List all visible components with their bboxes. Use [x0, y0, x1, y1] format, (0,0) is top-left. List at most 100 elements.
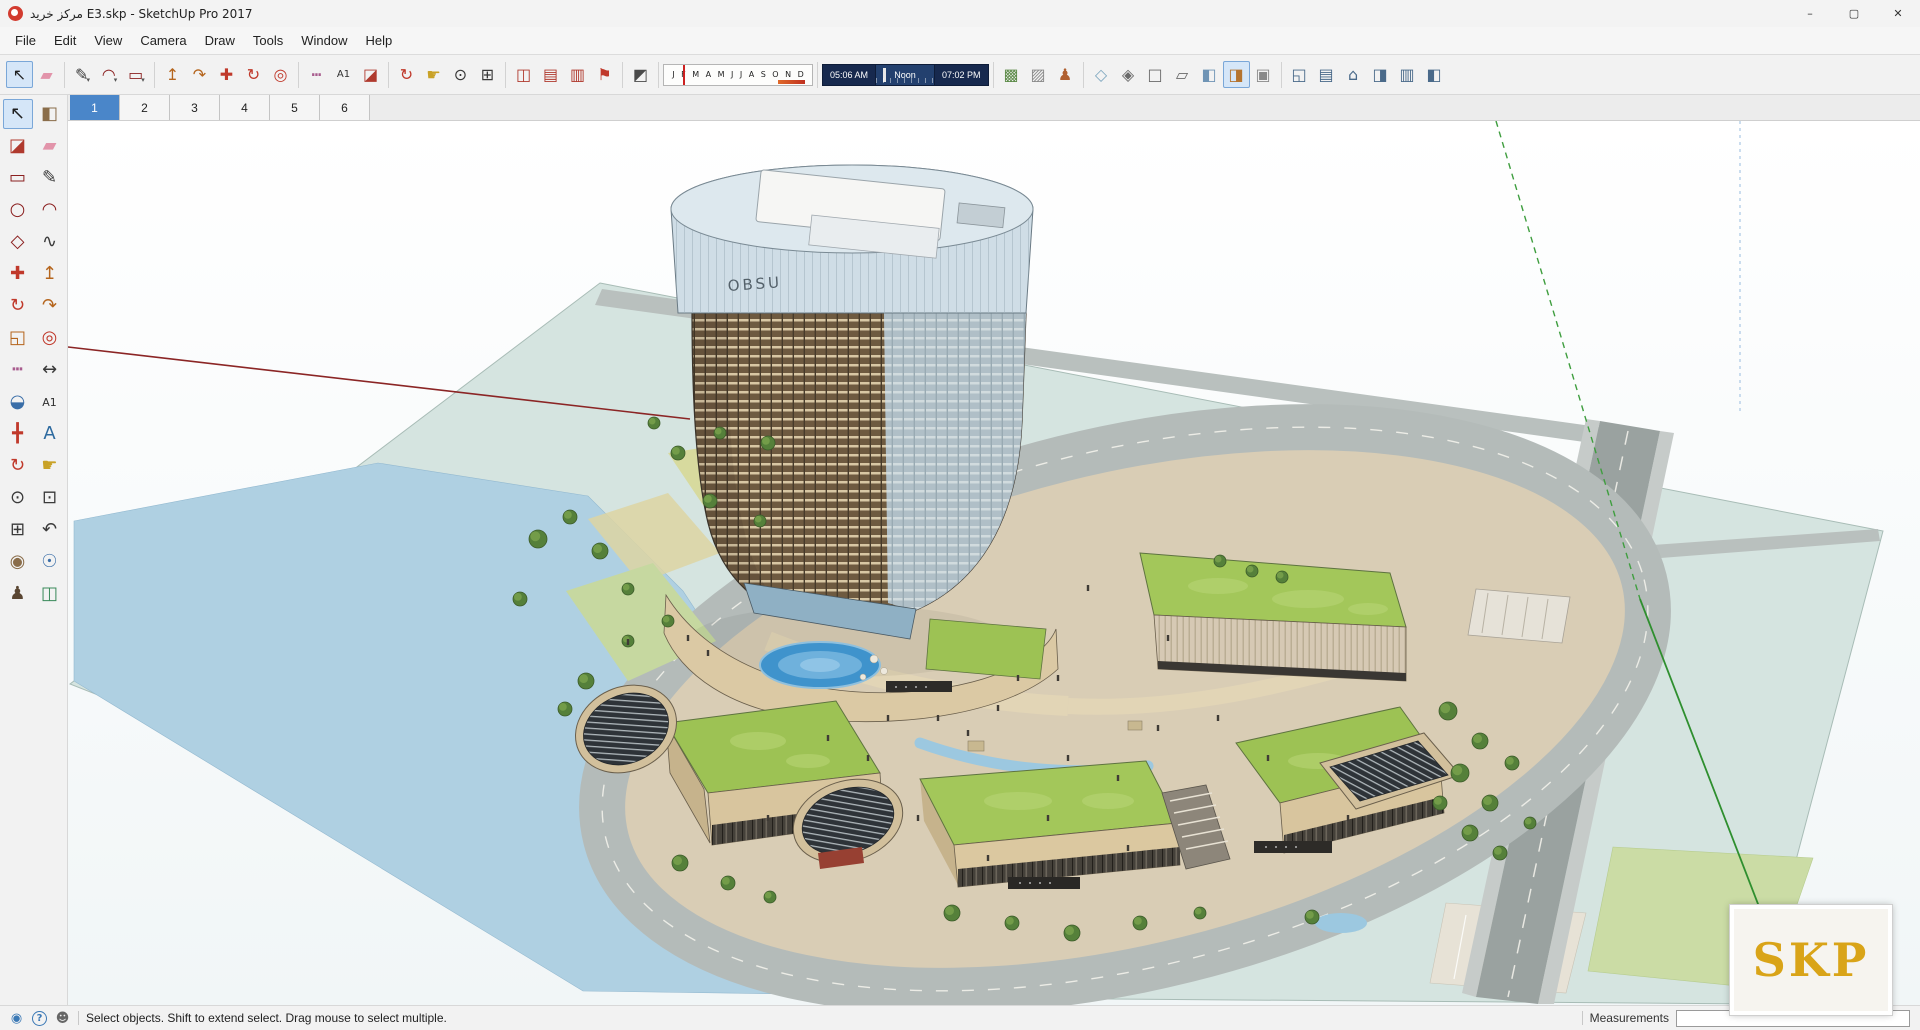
follow-me-tool-button[interactable]: ↷ [35, 291, 65, 321]
maximize-button[interactable]: ▢ [1832, 0, 1876, 27]
scene-tab-3[interactable]: 3 [170, 95, 220, 120]
xray-style-button[interactable]: ◇ [1088, 61, 1115, 88]
polygon-tool-button[interactable]: ◇ [3, 227, 33, 257]
zoom-button[interactable]: ⊙ [447, 61, 474, 88]
hidden-line-style-button[interactable]: ▱ [1169, 61, 1196, 88]
view-iso-button[interactable]: ◱ [1286, 61, 1313, 88]
position-camera-tool-button[interactable]: ◉ [3, 547, 33, 577]
menu-camera[interactable]: Camera [131, 29, 195, 52]
display-section-planes-button[interactable]: ▤ [537, 61, 564, 88]
scene-tab-1[interactable]: 1 [70, 95, 120, 120]
scale-tool-button[interactable]: ◱ [3, 323, 33, 353]
rectangle-button[interactable]: ▭ ▾ [123, 61, 150, 88]
line-button[interactable]: ✎ ▾ [69, 61, 96, 88]
help-icon[interactable]: ? [32, 1010, 47, 1026]
minimize-button[interactable]: – [1788, 0, 1832, 27]
view-front-button[interactable]: ⌂ [1340, 61, 1367, 88]
scene-tab-4[interactable]: 4 [220, 95, 270, 120]
section-plane-button[interactable]: ◫ [510, 61, 537, 88]
protractor-tool-button[interactable]: ◒ [3, 387, 33, 417]
photo-textures-button[interactable]: ▨ [1025, 61, 1052, 88]
tape-measure-tool-button[interactable]: ┅ [3, 355, 33, 385]
close-button[interactable]: ✕ [1876, 0, 1920, 27]
user-icon[interactable]: ☻ [54, 1010, 71, 1027]
3d-viewport[interactable]: OBSU SKP [68, 121, 1920, 1016]
orbit-button[interactable]: ↻ [393, 61, 420, 88]
offset-button[interactable]: ◎ [267, 61, 294, 88]
month-marker[interactable] [683, 64, 686, 85]
paint-bucket-button[interactable]: ◪ [357, 61, 384, 88]
scene-tab-6[interactable]: 6 [320, 95, 370, 120]
push-pull-tool-button[interactable]: ↥ [35, 259, 65, 289]
eraser-tool-button[interactable]: ▰ [35, 131, 65, 161]
back-edges-style-button[interactable]: ◈ [1115, 61, 1142, 88]
paint-bucket-tool-button[interactable]: ◪ [3, 131, 33, 161]
shadow-settings-button[interactable]: ◩ [627, 61, 654, 88]
3d-text-tool-button[interactable]: A [35, 419, 65, 449]
tape-measure-button[interactable]: ┅ [303, 61, 330, 88]
move-button[interactable]: ✚ [213, 61, 240, 88]
circle-tool-button[interactable]: ○ [3, 195, 33, 225]
view-back-button[interactable]: ▥ [1394, 61, 1421, 88]
view-top-button[interactable]: ▤ [1313, 61, 1340, 88]
rotate-tool-button[interactable]: ↻ [3, 291, 33, 321]
arc-tool-button[interactable]: ◠ [35, 195, 65, 225]
look-around-tool-button[interactable]: ☉ [35, 547, 65, 577]
walk-tool-button[interactable]: ♟ [1052, 61, 1079, 88]
dimension-tool-button[interactable]: ↔ [35, 355, 65, 385]
follow-me-button[interactable]: ↷ [186, 61, 213, 88]
geolocation-icon[interactable]: ◉ [8, 1010, 25, 1027]
menu-help[interactable]: Help [357, 29, 402, 52]
arc-button[interactable]: ◠ ▾ [96, 61, 123, 88]
select-tool-button[interactable]: ↖ [2, 99, 33, 129]
rectangle-flyout-arrow[interactable]: ▾ [141, 76, 145, 84]
pan-button[interactable]: ☛ [420, 61, 447, 88]
line-flyout-arrow[interactable]: ▾ [86, 76, 90, 84]
section-plane-tool-button[interactable]: ◫ [35, 579, 65, 609]
view-right-button[interactable]: ◨ [1367, 61, 1394, 88]
orbit-tool-button[interactable]: ↻ [3, 451, 33, 481]
add-location-button[interactable]: ⚑ [591, 61, 618, 88]
menu-tools[interactable]: Tools [244, 29, 292, 52]
text-tool-button[interactable]: A1 [35, 387, 65, 417]
eraser-button[interactable]: ▰ [33, 61, 60, 88]
push-pull-button[interactable]: ↥ [159, 61, 186, 88]
rectangle-tool-button[interactable]: ▭ [3, 163, 33, 193]
make-component-button[interactable]: ◧ [35, 99, 65, 129]
select-button[interactable]: ↖ [6, 61, 33, 88]
geo-terrain-button[interactable]: ▩ [998, 61, 1025, 88]
zoom-window-tool-button[interactable]: ⊡ [35, 483, 65, 513]
zoom-extents-button[interactable]: ⊞ [474, 61, 501, 88]
mall-building-northeast[interactable] [1139, 552, 1407, 682]
wireframe-style-button[interactable]: □ [1142, 61, 1169, 88]
menu-window[interactable]: Window [292, 29, 356, 52]
zoom-extents-tool-button[interactable]: ⊞ [3, 515, 33, 545]
previous-view-tool-button[interactable]: ↶ [35, 515, 65, 545]
scene-tab-2[interactable]: 2 [120, 95, 170, 120]
display-section-cuts-button[interactable]: ▥ [564, 61, 591, 88]
text-button[interactable]: A1 [330, 61, 357, 88]
pan-tool-button[interactable]: ☛ [35, 451, 65, 481]
monochrome-style-button[interactable]: ▣ [1250, 61, 1277, 88]
shadow-month-slider[interactable]: JFMAMJJASOND [663, 63, 813, 86]
shadow-noon-label[interactable]: Noon [876, 63, 935, 86]
pavilion-structure-east[interactable] [1467, 588, 1571, 644]
shaded-textures-style-button[interactable]: ◨ [1222, 61, 1250, 88]
menu-view[interactable]: View [85, 29, 131, 52]
menu-file[interactable]: File [6, 29, 45, 52]
menu-edit[interactable]: Edit [45, 29, 85, 52]
arc-flyout-arrow[interactable]: ▾ [114, 76, 118, 84]
shadow-time-slider[interactable]: 05:06 AM Noon 07:02 PM [822, 63, 989, 86]
model-canvas[interactable]: OBSU [68, 121, 1920, 1005]
view-left-button[interactable]: ◧ [1421, 61, 1448, 88]
walk-person-tool-button[interactable]: ♟ [3, 579, 33, 609]
offset-tool-button[interactable]: ◎ [35, 323, 65, 353]
axes-tool-button[interactable]: ╋ [3, 419, 33, 449]
shaded-style-button[interactable]: ◧ [1196, 61, 1223, 88]
line-tool-button[interactable]: ✎ [35, 163, 65, 193]
freehand-tool-button[interactable]: ∿ [35, 227, 65, 257]
scene-tab-5[interactable]: 5 [270, 95, 320, 120]
move-tool-button[interactable]: ✚ [3, 259, 33, 289]
menu-draw[interactable]: Draw [196, 29, 244, 52]
rotate-button[interactable]: ↻ [240, 61, 267, 88]
